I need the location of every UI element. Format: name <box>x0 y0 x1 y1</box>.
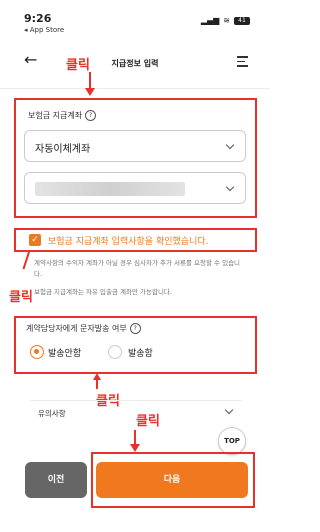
help-icon[interactable]: ? <box>85 110 97 121</box>
annotation-arrow-2 <box>22 251 30 270</box>
radio-no-send[interactable] <box>30 345 44 359</box>
radio-send[interactable] <box>108 345 122 359</box>
radio-send-label[interactable]: 발송함 <box>128 346 153 359</box>
annotation-arrowhead-4 <box>130 444 140 452</box>
confirm-checkbox[interactable]: ✓ <box>29 234 41 246</box>
account-label-text: 보험금 지급계좌 <box>28 111 83 120</box>
payment-method-value: 자동이체계좌 <box>35 144 91 155</box>
notice-label[interactable]: 유의사항 <box>38 408 66 419</box>
sms-label-text: 계약담당자에게 문자발송 여부 <box>26 324 127 333</box>
header-divider <box>0 88 270 89</box>
confirm-note-1: 계약사항의 수익자 계좌가 아닐 경우 심사자가 추가 서류를 요청할 수 있습… <box>34 259 241 278</box>
annotation-arrowhead-1 <box>85 88 95 96</box>
annotation-click-label-1: 클릭 <box>66 58 90 73</box>
chevron-down-icon <box>225 140 235 150</box>
account-number-select[interactable] <box>24 172 246 204</box>
status-icons: ▂▄▆ ≋ 41 <box>201 16 250 25</box>
notice-divider <box>30 400 242 401</box>
back-to-app-store[interactable]: ◂ App Store <box>24 26 64 34</box>
account-section-label: 보험금 지급계좌 ? <box>28 110 97 121</box>
help-icon[interactable]: ? <box>129 323 141 334</box>
status-time: 9:26 <box>24 12 52 25</box>
menu-icon[interactable] <box>237 56 248 70</box>
annotation-click-label-2: 클릭 <box>8 286 34 305</box>
prev-button[interactable]: 이전 <box>25 462 87 498</box>
sms-section-label: 계약담당자에게 문자발송 여부 ? <box>26 323 141 334</box>
payment-method-select[interactable]: 자동이체계좌 <box>24 130 246 162</box>
signal-icon: ▂▄▆ <box>200 16 220 25</box>
masked-account-value <box>35 182 185 196</box>
annotation-click-label-4: 클릭 <box>136 414 160 429</box>
scroll-top-button[interactable]: TOP <box>218 427 246 455</box>
battery-icon: 41 <box>234 16 250 25</box>
radio-no-send-label[interactable]: 발송안함 <box>48 346 81 359</box>
confirm-note-2: 보험금 지급계좌는 자유 입출금 계좌만 가능합니다. <box>34 288 172 296</box>
next-button[interactable]: 다음 <box>96 462 248 498</box>
page-title: 지급정보 입력 <box>111 59 159 68</box>
chevron-down-icon[interactable] <box>224 405 234 415</box>
wifi-icon: ≋ <box>223 16 230 25</box>
chevron-down-icon <box>225 182 235 192</box>
annotation-arrow-3 <box>96 379 98 389</box>
confirm-label[interactable]: 보험금 지급계좌 입력사항을 확인했습니다. <box>48 234 209 247</box>
